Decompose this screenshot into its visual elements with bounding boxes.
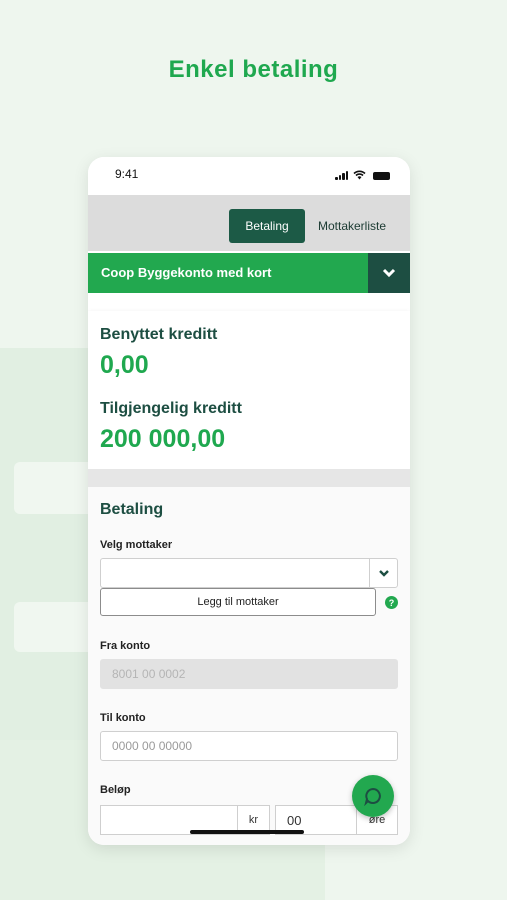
available-credit-label: Tilgjengelig kreditt: [100, 400, 242, 417]
home-indicator: [190, 830, 304, 834]
add-recipient-button[interactable]: Legg til mottaker: [100, 588, 376, 616]
available-credit-value: 200 000,00: [100, 425, 226, 453]
chat-icon: [364, 787, 381, 806]
battery-icon: [373, 172, 390, 180]
to-account-field[interactable]: 0000 00 00000: [100, 731, 398, 761]
section-divider: [88, 469, 410, 487]
tab-mottakerliste[interactable]: Mottakerliste: [318, 209, 386, 243]
recipient-select[interactable]: [100, 558, 398, 588]
from-account-field: 8001 00 0002: [100, 659, 398, 689]
to-account-label: Til konto: [100, 712, 146, 724]
status-time: 9:41: [115, 167, 139, 181]
account-selector[interactable]: Coop Byggekonto med kort: [88, 253, 410, 293]
recipient-label: Velg mottaker: [100, 539, 173, 551]
used-credit-label: Benyttet kreditt: [100, 326, 218, 343]
status-bar: 9:41: [88, 157, 410, 195]
headline: Enkel betaling: [168, 56, 339, 83]
chat-button[interactable]: [352, 775, 394, 817]
used-credit-value: 0,00: [100, 351, 149, 379]
from-account-value: 8001 00 0002: [112, 667, 186, 681]
chevron-down-icon[interactable]: [368, 253, 410, 293]
status-icons: [335, 170, 390, 180]
tab-bar: Betaling Mottakerliste: [88, 195, 410, 251]
help-icon[interactable]: ?: [385, 596, 398, 609]
chevron-down-icon[interactable]: [369, 559, 397, 587]
wifi-icon: [353, 170, 366, 180]
from-account-label: Fra konto: [100, 640, 151, 652]
signal-icon: [335, 171, 348, 180]
phone-frame: 9:41 Betaling Mottakerliste Coop Byggeko…: [88, 157, 410, 845]
tab-betaling[interactable]: Betaling: [229, 209, 305, 243]
payment-title: Betaling: [100, 501, 164, 518]
amount-label: Beløp: [100, 784, 131, 796]
account-name: Coop Byggekonto med kort: [101, 265, 272, 280]
to-account-placeholder: 0000 00 00000: [112, 739, 193, 753]
credit-summary: Benyttet kreditt 0,00 Tilgjengelig kredi…: [88, 311, 410, 469]
